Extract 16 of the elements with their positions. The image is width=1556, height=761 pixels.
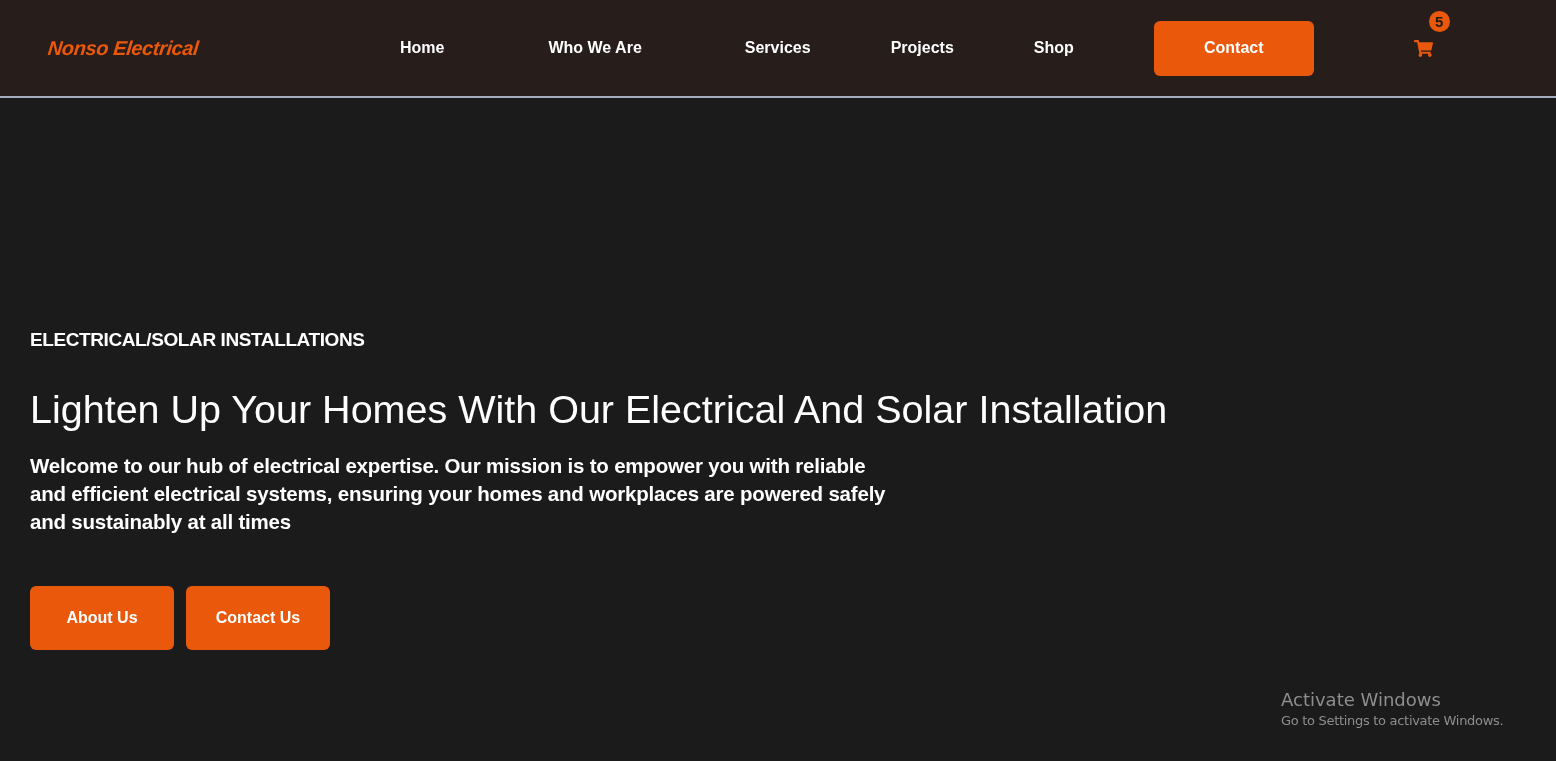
hero-button[interactable]: Contact Us [186,586,330,651]
nav-link[interactable]: Projects [890,39,954,57]
contact-button[interactable]: Contact [1153,20,1314,76]
hero-title: Lighten Up Your Homes With Our Electrical And Solar Installation [30,387,1168,433]
nav-link[interactable]: Shop [1033,39,1074,57]
cart-icon[interactable] [1413,38,1433,58]
hero-eyebrow: ELECTRICAL/SOLAR INSTALLATIONS [30,329,365,351]
nav-link[interactable]: Who We Are [548,39,642,57]
cart-count: 5 [1428,10,1450,32]
activation-note: Go to Settings to activate Windows. [1281,712,1504,730]
nav-link[interactable]: Services [744,39,811,57]
hero-button[interactable]: About Us [30,586,174,651]
activation-title: Activate Windows [1281,688,1442,712]
site-logo[interactable]: Nonso Electrical [46,36,200,60]
hero-description: Welcome to our hub of electrical expertise. Our mission is to empower you with reliable and efficient electrical systems, ensuring your homes and workplaces are powered safely and sustainably at all times [30,453,887,536]
nav-link[interactable]: Home [400,39,445,57]
